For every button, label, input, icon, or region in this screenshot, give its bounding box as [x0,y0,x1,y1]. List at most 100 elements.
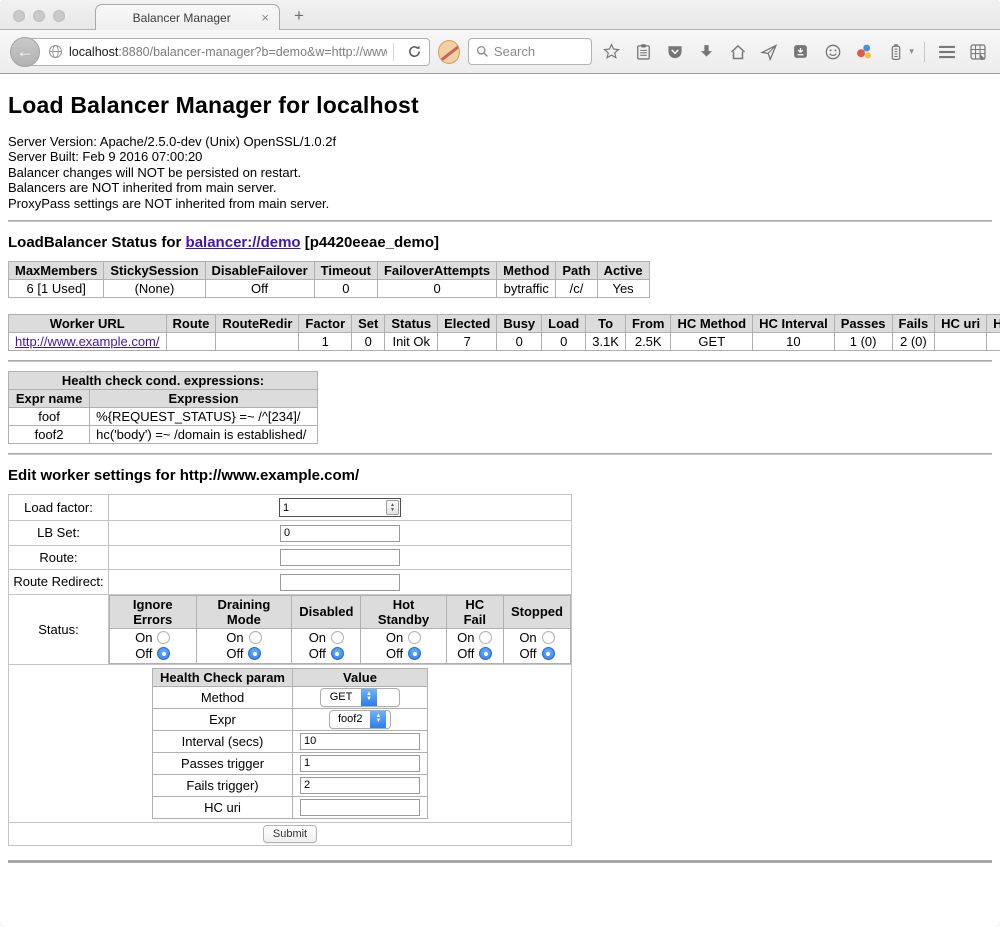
expr-table-title: Health check cond. expressions: [9,372,318,390]
hc-fails-input[interactable] [300,777,420,794]
ignore-errors-off-radio[interactable] [157,647,170,660]
url-bar[interactable]: localhost:8880/balancer-manager?b=demo&w… [25,38,430,66]
hc-uri-input[interactable] [300,799,420,816]
status-label: Status: [9,594,109,664]
hc-expr-select[interactable]: foof2 ▲▼ [329,710,391,729]
draining-mode-on-radio[interactable] [249,631,262,644]
sidebar-grid-icon[interactable] [966,39,990,65]
tab-close-icon[interactable]: × [259,10,271,25]
chevron-down-icon[interactable]: ▾ [909,46,914,57]
save-page-icon[interactable] [789,39,813,65]
col-disablefailover: DisableFailover [205,262,314,280]
downloads-icon[interactable] [695,39,719,65]
status-table: Ignore Errors Draining Mode Disabled Hot… [109,595,571,664]
colored-dots-extension-icon[interactable] [852,39,876,65]
tab-strip: Balancer Manager × + [0,0,1000,30]
divider [8,453,992,455]
hc-fail-on-radio[interactable] [479,631,492,644]
col-maxmembers: MaxMembers [9,262,104,280]
reload-icon[interactable] [400,44,429,59]
number-stepper-icon[interactable]: ▲▼ [386,500,399,515]
select-stepper-icon: ▲▼ [361,689,377,706]
status-draining-mode-cell: On Off [196,628,292,663]
adblock-icon[interactable] [438,40,460,64]
select-stepper-icon: ▲▼ [370,711,386,728]
container-battery-icon[interactable] [884,39,908,65]
col-active: Active [597,262,649,280]
expr-row: foof %{REQUEST_STATUS} =~ /^[234]/ [9,408,318,426]
submit-button[interactable]: Submit [263,825,317,843]
worker-table: Worker URL Route RouteRedir Factor Set S… [8,314,1000,351]
route-input[interactable] [280,549,400,566]
status-hc-fail-cell: On Off [446,628,503,663]
search-icon [476,45,489,58]
zoom-window-button[interactable] [53,10,65,22]
load-factor-field[interactable]: ▲▼ [279,498,401,517]
home-icon[interactable] [726,39,750,65]
back-button[interactable]: ← [10,37,40,67]
load-factor-input[interactable] [283,502,386,514]
hc-interval-label: Interval (secs) [153,730,293,752]
hc-expr-label: Expr [153,708,293,730]
nav-toolbar: ← localhost:8880/balancer-manager?b=demo… [0,30,1000,74]
pocket-icon[interactable] [663,39,687,65]
hot-standby-on-radio[interactable] [408,631,421,644]
stopped-off-radio[interactable] [542,647,555,660]
hc-method-select[interactable]: GET ▲▼ [320,688,400,707]
bottom-divider [8,860,992,863]
route-label: Route: [9,545,109,570]
search-input[interactable] [494,44,584,59]
reading-list-icon[interactable] [631,39,655,65]
disabled-on-radio[interactable] [331,631,344,644]
server-built-line: Server Built: Feb 9 2016 07:00:20 [8,149,992,164]
page-content: Load Balancer Manager for localhost Serv… [0,74,1000,927]
balancer-row: 6 [1 Used] (None) Off 0 0 bytraffic /c/ … [9,280,650,298]
loadbalancer-status-heading: LoadBalancer Status for balancer://demo … [8,234,992,251]
globe-icon [48,44,63,59]
hc-fail-off-radio[interactable] [479,647,492,660]
server-info: Server Version: Apache/2.5.0-dev (Unix) … [8,134,992,211]
col-path: Path [556,262,597,280]
route-redirect-label: Route Redirect: [9,570,109,595]
close-window-button[interactable] [13,10,25,22]
balancers-warning-line: Balancers are NOT inherited from main se… [8,180,992,195]
browser-window: Balancer Manager × + ← localhost:8880/ba… [0,0,1000,927]
disabled-off-radio[interactable] [331,647,344,660]
health-check-expressions-table: Health check cond. expressions: Expr nam… [8,371,318,444]
col-timeout: Timeout [314,262,377,280]
hc-uri-label: HC uri [153,796,293,818]
minimize-window-button[interactable] [33,10,45,22]
col-failoverattempts: FailoverAttempts [377,262,496,280]
hc-fails-label: Fails trigger) [153,774,293,796]
balancer-table: MaxMembers StickySession DisableFailover… [8,261,650,298]
ignore-errors-on-radio[interactable] [157,631,170,644]
search-bar[interactable] [468,38,592,65]
send-tab-icon[interactable] [758,39,782,65]
hc-interval-input[interactable] [300,733,420,750]
worker-url-link[interactable]: http://www.example.com/ [15,334,160,349]
edit-worker-form: Load factor: ▲▼ LB Set: Route: Route Red… [8,494,572,846]
menu-hamburger-icon[interactable] [935,39,959,65]
tab-title: Balancer Manager [104,11,259,25]
divider [8,220,992,222]
route-redirect-input[interactable] [280,574,400,591]
balancer-demo-link[interactable]: balancer://demo [186,234,301,251]
page-title: Load Balancer Manager for localhost [8,92,992,119]
expr-row: foof2 hc('body') =~ /domain is establish… [9,426,318,444]
window-controls [13,10,65,22]
divider [8,360,992,362]
col-method: Method [497,262,556,280]
hc-passes-input[interactable] [300,755,420,772]
lb-set-input[interactable] [280,525,400,542]
edit-worker-heading: Edit worker settings for http://www.exam… [8,467,992,484]
url-area: ← localhost:8880/balancer-manager?b=demo… [10,37,430,67]
hot-standby-off-radio[interactable] [408,647,421,660]
feedback-smiley-icon[interactable] [821,39,845,65]
health-check-param-table: Health Check param Value Method GET ▲▼ [152,668,428,819]
status-ignore-errors-cell: On Off [110,628,197,663]
new-tab-button[interactable]: + [294,6,304,26]
stopped-on-radio[interactable] [542,631,555,644]
bookmark-star-icon[interactable] [600,39,624,65]
draining-mode-off-radio[interactable] [248,647,261,660]
tab-balancer-manager[interactable]: Balancer Manager × [95,4,280,30]
